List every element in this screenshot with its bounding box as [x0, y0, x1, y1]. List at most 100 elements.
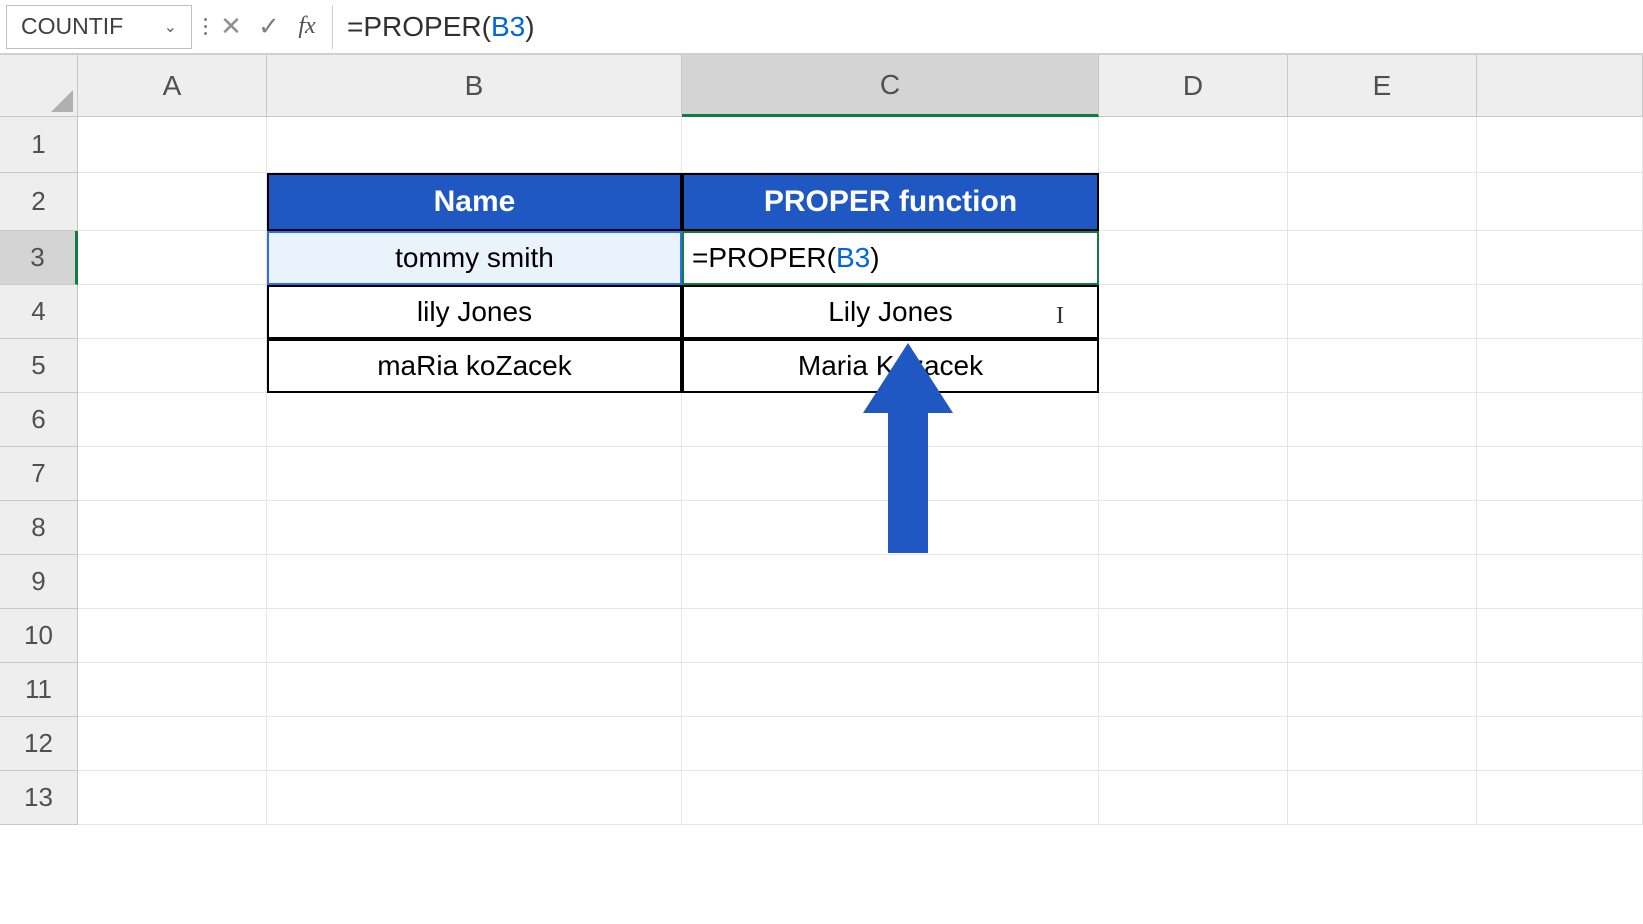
cell-C12[interactable]: [682, 717, 1099, 771]
cell-D10[interactable]: [1099, 609, 1288, 663]
cell-B5[interactable]: maRia koZacek: [267, 339, 682, 393]
cell-E8[interactable]: [1288, 501, 1477, 555]
cell-D9[interactable]: [1099, 555, 1288, 609]
cell-B4[interactable]: lily Jones: [267, 285, 682, 339]
cancel-button[interactable]: ✕: [212, 5, 250, 49]
cell-E2[interactable]: [1288, 173, 1477, 231]
cell-A9[interactable]: [78, 555, 267, 609]
row-header-8[interactable]: 8: [0, 501, 78, 555]
row-header-9[interactable]: 9: [0, 555, 78, 609]
select-all-corner[interactable]: [0, 55, 78, 117]
cell-A1[interactable]: [78, 117, 267, 173]
cell-A13[interactable]: [78, 771, 267, 825]
cell-D7[interactable]: [1099, 447, 1288, 501]
row-header-13[interactable]: 13: [0, 771, 78, 825]
cell-E4[interactable]: [1288, 285, 1477, 339]
fx-button[interactable]: fx: [288, 5, 326, 49]
cell-C3[interactable]: =PROPER(B3): [682, 231, 1099, 285]
column-header-A[interactable]: A: [78, 55, 267, 117]
row-header-1[interactable]: 1: [0, 117, 78, 173]
row-header-5[interactable]: 5: [0, 339, 78, 393]
cell-B11[interactable]: [267, 663, 682, 717]
cell-D5[interactable]: [1099, 339, 1288, 393]
cell-B7[interactable]: [267, 447, 682, 501]
cell-A3[interactable]: [78, 231, 267, 285]
cell-A10[interactable]: [78, 609, 267, 663]
cell-E10[interactable]: [1288, 609, 1477, 663]
cell-D6[interactable]: [1099, 393, 1288, 447]
cell-E6[interactable]: [1288, 393, 1477, 447]
cell-extra-9[interactable]: [1477, 555, 1643, 609]
cell-extra-1[interactable]: [1477, 117, 1643, 173]
cell-A8[interactable]: [78, 501, 267, 555]
table-header-proper[interactable]: PROPER function: [682, 173, 1099, 231]
confirm-button[interactable]: ✓: [250, 5, 288, 49]
cell-B6[interactable]: [267, 393, 682, 447]
cell-E3[interactable]: [1288, 231, 1477, 285]
cell-D1[interactable]: [1099, 117, 1288, 173]
cell-D3[interactable]: [1099, 231, 1288, 285]
cell-A7[interactable]: [78, 447, 267, 501]
column-header-extra[interactable]: [1477, 55, 1643, 117]
cell-C11[interactable]: [682, 663, 1099, 717]
cell-E9[interactable]: [1288, 555, 1477, 609]
cell-C13[interactable]: [682, 771, 1099, 825]
cell-A2[interactable]: [78, 173, 267, 231]
cell-D4[interactable]: [1099, 285, 1288, 339]
cell-B12[interactable]: [267, 717, 682, 771]
cell-extra-3[interactable]: [1477, 231, 1643, 285]
cell-E11[interactable]: [1288, 663, 1477, 717]
cell-E5[interactable]: [1288, 339, 1477, 393]
column-header-E[interactable]: E: [1288, 55, 1477, 117]
cell-E12[interactable]: [1288, 717, 1477, 771]
cell-C5[interactable]: Maria Kozacek: [682, 339, 1099, 393]
cell-C9[interactable]: [682, 555, 1099, 609]
cell-A6[interactable]: [78, 393, 267, 447]
row-header-7[interactable]: 7: [0, 447, 78, 501]
cell-extra-2[interactable]: [1477, 173, 1643, 231]
cell-C8[interactable]: [682, 501, 1099, 555]
formula-input[interactable]: =PROPER(B3): [332, 5, 1643, 49]
cell-E7[interactable]: [1288, 447, 1477, 501]
column-header-D[interactable]: D: [1099, 55, 1288, 117]
cell-C10[interactable]: [682, 609, 1099, 663]
cell-A4[interactable]: [78, 285, 267, 339]
row-header-2[interactable]: 2: [0, 173, 78, 231]
row-header-4[interactable]: 4: [0, 285, 78, 339]
cell-extra-7[interactable]: [1477, 447, 1643, 501]
table-header-name[interactable]: Name: [267, 173, 682, 231]
column-header-C[interactable]: C: [682, 55, 1099, 117]
cell-extra-12[interactable]: [1477, 717, 1643, 771]
cell-E1[interactable]: [1288, 117, 1477, 173]
cell-B9[interactable]: [267, 555, 682, 609]
row-header-10[interactable]: 10: [0, 609, 78, 663]
cell-D13[interactable]: [1099, 771, 1288, 825]
row-header-11[interactable]: 11: [0, 663, 78, 717]
dropdown-icon[interactable]: ⌄: [164, 17, 177, 37]
cell-extra-4[interactable]: [1477, 285, 1643, 339]
row-header-12[interactable]: 12: [0, 717, 78, 771]
cell-E13[interactable]: [1288, 771, 1477, 825]
row-header-6[interactable]: 6: [0, 393, 78, 447]
cell-D12[interactable]: [1099, 717, 1288, 771]
cell-A11[interactable]: [78, 663, 267, 717]
cell-B1[interactable]: [267, 117, 682, 173]
cell-C1[interactable]: [682, 117, 1099, 173]
cell-extra-8[interactable]: [1477, 501, 1643, 555]
cell-extra-6[interactable]: [1477, 393, 1643, 447]
cell-B10[interactable]: [267, 609, 682, 663]
cell-D8[interactable]: [1099, 501, 1288, 555]
cell-extra-13[interactable]: [1477, 771, 1643, 825]
cell-C6[interactable]: [682, 393, 1099, 447]
cell-extra-10[interactable]: [1477, 609, 1643, 663]
cell-D2[interactable]: [1099, 173, 1288, 231]
cell-C7[interactable]: [682, 447, 1099, 501]
row-header-3[interactable]: 3: [0, 231, 78, 285]
cell-D11[interactable]: [1099, 663, 1288, 717]
cell-A12[interactable]: [78, 717, 267, 771]
cell-B3[interactable]: tommy smith: [267, 231, 682, 285]
cell-A5[interactable]: [78, 339, 267, 393]
cell-B8[interactable]: [267, 501, 682, 555]
cell-C4[interactable]: Lily Jones: [682, 285, 1099, 339]
cell-extra-11[interactable]: [1477, 663, 1643, 717]
